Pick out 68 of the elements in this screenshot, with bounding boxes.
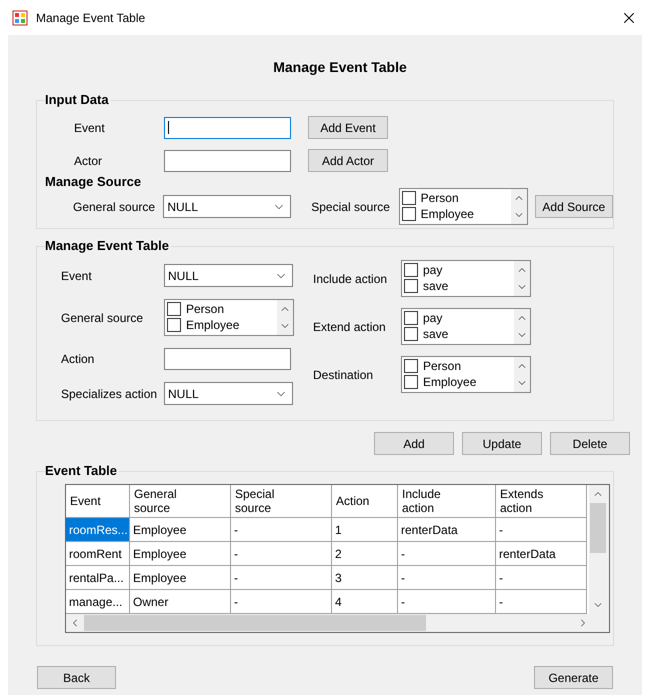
table-row[interactable]: manage... Owner - 4 - -	[66, 590, 589, 614]
checkbox[interactable]	[167, 318, 181, 332]
table-cell: roomRes...	[66, 518, 130, 542]
field-label: Destination	[313, 366, 374, 384]
action-button[interactable]: Generate	[534, 666, 613, 689]
field-label: Special source	[311, 198, 391, 216]
checkbox-label: Employee	[423, 376, 476, 388]
checked-list[interactable]: pay save	[401, 260, 531, 297]
column-header[interactable]: Event	[70, 494, 101, 508]
checked-list[interactable]: Person Employee	[164, 299, 294, 336]
column-header[interactable]: Include action	[402, 487, 464, 515]
column-header[interactable]: Special source	[235, 487, 297, 515]
action-button[interactable]: Add	[374, 432, 454, 455]
checkbox[interactable]	[404, 263, 418, 277]
app-icon	[12, 10, 28, 26]
checkbox-label: Employee	[186, 319, 240, 331]
checkbox[interactable]	[404, 279, 418, 293]
checkbox[interactable]	[404, 327, 418, 341]
action-button[interactable]: Add Source	[534, 195, 613, 218]
checkbox-label: pay	[423, 264, 442, 276]
checkbox[interactable]	[404, 375, 418, 389]
action-button[interactable]: Back	[37, 666, 116, 689]
table-row[interactable]: rentalPa... Employee - 3 - -	[66, 566, 589, 590]
checked-list[interactable]: Person Employee	[401, 356, 531, 393]
group-title: Manage Source	[45, 174, 142, 190]
dropdown[interactable]: NULL	[163, 195, 292, 218]
action-button[interactable]: Add Event	[308, 116, 388, 139]
table-row[interactable]: roomRes... Employee - 1 renterData -	[66, 518, 589, 542]
checkbox-label: Person	[186, 303, 224, 315]
window-title: Manage Event Table	[36, 10, 146, 26]
column-header[interactable]: Extends action	[500, 487, 562, 515]
action-button[interactable]: Delete	[550, 432, 630, 455]
text-cursor	[168, 121, 169, 134]
checkbox-label: Person	[423, 360, 462, 372]
column-header[interactable]: Action	[336, 494, 370, 508]
checkbox-label: save	[423, 280, 448, 292]
page-heading: Manage Event Table	[272, 58, 407, 77]
field-label: General source	[60, 310, 144, 326]
checkbox-label: Person	[420, 192, 459, 204]
dropdown[interactable]: NULL	[164, 382, 293, 405]
dropdown[interactable]: NULL	[164, 264, 293, 287]
checkbox[interactable]	[167, 302, 181, 316]
field-label: Actor	[73, 152, 104, 170]
checkbox[interactable]	[402, 191, 416, 205]
checkbox[interactable]	[404, 311, 418, 325]
table-row[interactable]: roomRent Employee - 2 - renterData	[66, 542, 589, 566]
field-label: Include action	[313, 270, 388, 288]
field-label: Action	[60, 351, 96, 368]
checkbox-label: save	[423, 328, 448, 340]
column-header[interactable]: General source	[134, 487, 196, 515]
group-title: Manage Event Table	[45, 238, 172, 254]
action-button[interactable]: Update	[462, 432, 542, 455]
checkbox-label: pay	[423, 312, 442, 324]
field-label: Specializes action	[60, 386, 158, 402]
checkbox-label: Employee	[420, 208, 474, 220]
checkbox[interactable]	[404, 359, 418, 373]
input-field[interactable]	[164, 348, 291, 370]
field-label: General source	[72, 198, 156, 216]
group-title: Input Data	[45, 92, 111, 108]
checked-list[interactable]: pay save	[401, 308, 531, 345]
field-label: Event	[73, 120, 106, 136]
checkbox[interactable]	[402, 207, 416, 221]
input-field[interactable]	[164, 116, 291, 138]
field-label: Event	[60, 268, 93, 284]
field-label: Extend action	[313, 318, 387, 336]
input-field[interactable]	[164, 150, 291, 172]
action-button[interactable]: Add Actor	[308, 149, 388, 172]
checked-list[interactable]: Person Employee	[398, 188, 528, 225]
